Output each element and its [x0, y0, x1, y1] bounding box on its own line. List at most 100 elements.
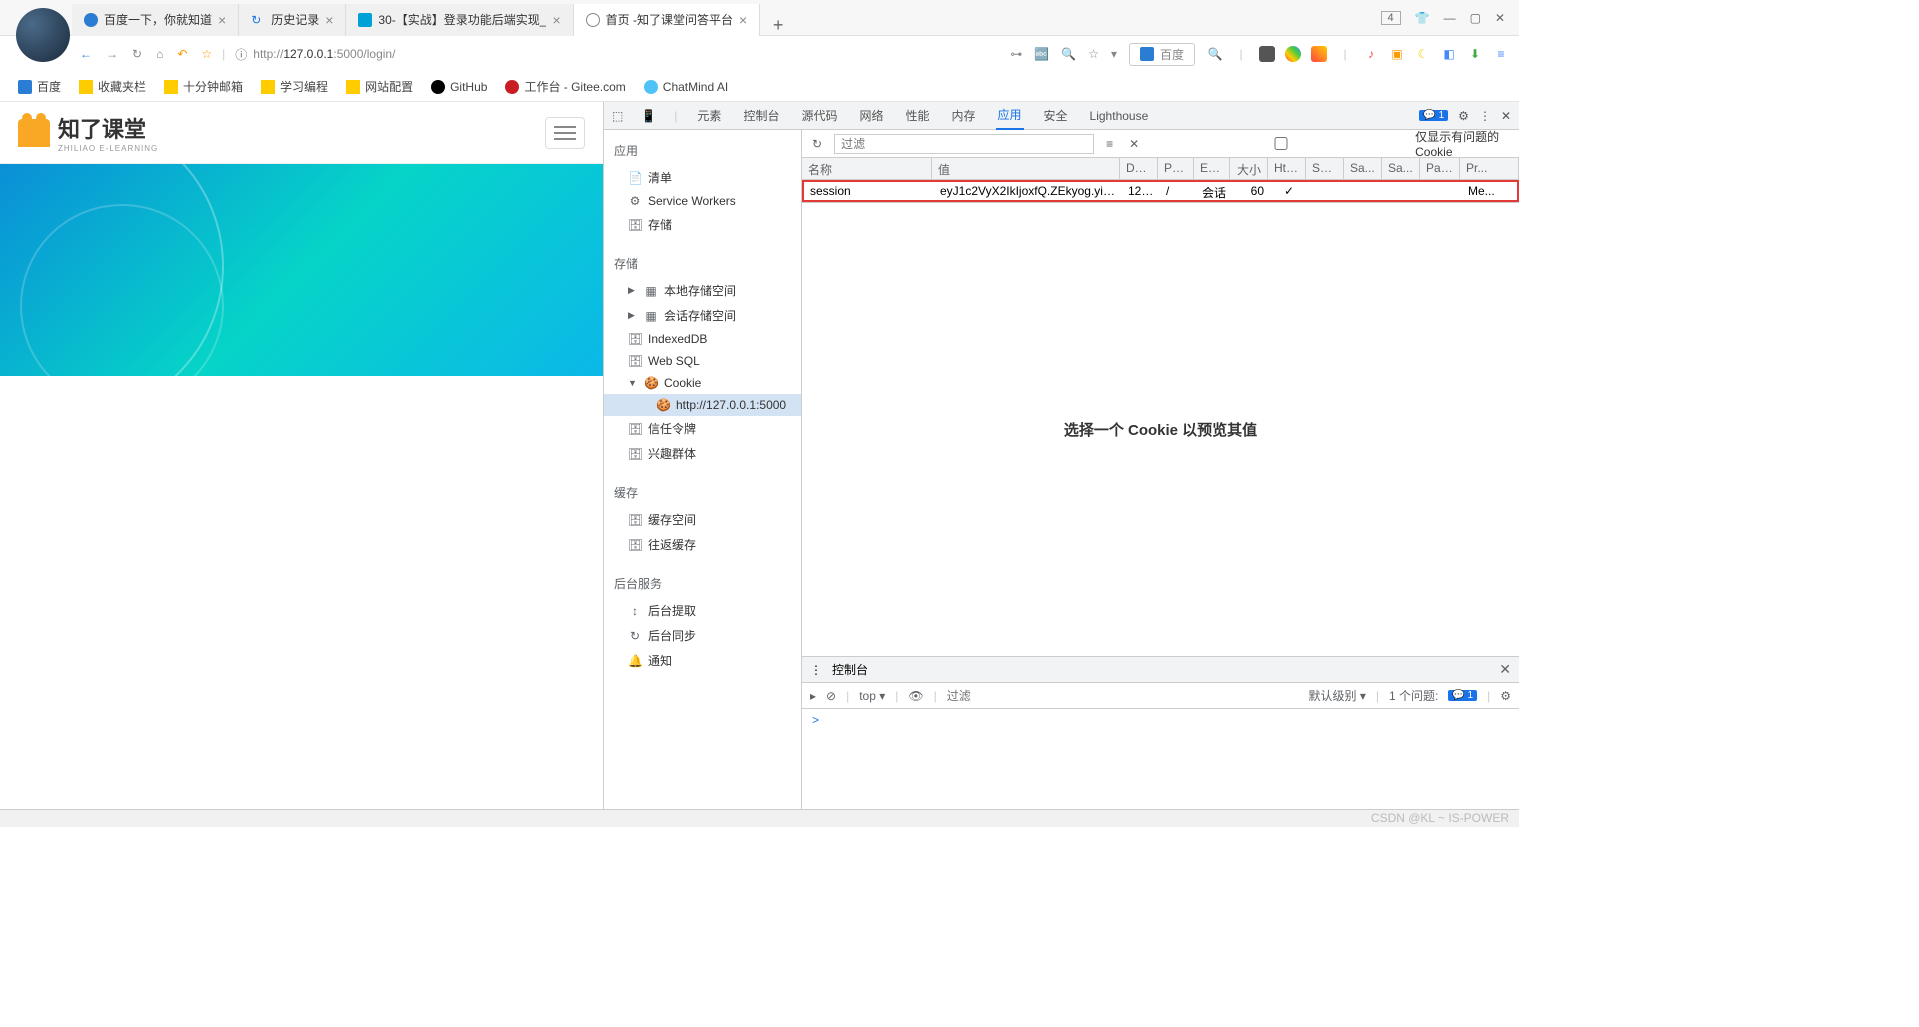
sidebar-item-trust-tokens[interactable]: 🗄信任令牌 [604, 416, 801, 441]
hamburger-menu[interactable] [545, 117, 585, 149]
translate-icon[interactable]: 🔤 [1034, 47, 1049, 61]
sidebar-item-sessionstorage[interactable]: ▶▦会话存储空间 [604, 303, 801, 328]
settings-icon[interactable]: ⚙ [1458, 109, 1469, 123]
col-priority[interactable]: Pr... [1460, 158, 1519, 179]
bookmark-10min-mail[interactable]: 十分钟邮箱 [164, 78, 243, 95]
tab-sources[interactable]: 源代码 [799, 102, 839, 130]
inspect-icon[interactable]: ⬚ [612, 109, 623, 123]
sidebar-item-indexeddb[interactable]: 🗄IndexedDB [604, 328, 801, 350]
close-button[interactable]: ✕ [1495, 11, 1505, 25]
console-body[interactable]: > [802, 709, 1519, 809]
col-partition[interactable]: Part... [1420, 158, 1460, 179]
maximize-button[interactable]: ▢ [1470, 11, 1481, 25]
search-icon[interactable]: 🔍 [1061, 47, 1076, 61]
tab-zhiliao[interactable]: 首页 -知了课堂问答平台 × [574, 4, 761, 36]
undo-button[interactable]: ↶ [177, 47, 187, 61]
tab-network[interactable]: 网络 [857, 102, 885, 130]
address-bar[interactable]: ⓘ http://127.0.0.1:5000/login/ [235, 46, 755, 63]
sidebar-item-sw[interactable]: ⚙Service Workers [604, 190, 801, 212]
tab-baidu[interactable]: 百度一下，你就知道 × [72, 4, 239, 36]
new-tab-button[interactable]: + [760, 15, 796, 36]
minimize-button[interactable]: — [1444, 11, 1456, 25]
music-icon[interactable]: ♪ [1363, 46, 1379, 62]
sidebar-item-storage[interactable]: 🗄存储 [604, 212, 801, 237]
device-toggle-icon[interactable]: 📱 [641, 109, 656, 123]
bookmark-gitee[interactable]: 工作台 - Gitee.com [505, 78, 625, 95]
drawer-title[interactable]: 控制台 [832, 661, 868, 678]
col-name[interactable]: 名称 [802, 158, 932, 179]
profile-avatar[interactable] [16, 8, 70, 62]
sidebar-item-bg-sync[interactable]: ↻后台同步 [604, 623, 801, 648]
key-icon[interactable]: ⊶ [1010, 47, 1022, 61]
tab-security[interactable]: 安全 [1042, 102, 1070, 130]
sidebar-item-cache-storage[interactable]: 🗄缓存空间 [604, 507, 801, 532]
forward-button[interactable]: → [106, 47, 118, 61]
drawer-menu-icon[interactable]: ⋮ [810, 663, 822, 677]
home-button[interactable]: ⌂ [156, 47, 163, 61]
tab-application[interactable]: 应用 [996, 102, 1024, 130]
tab-console[interactable]: 控制台 [741, 102, 781, 130]
context-selector[interactable]: top ▾ [859, 689, 885, 703]
sidebar-item-localstorage[interactable]: ▶▦本地存储空间 [604, 278, 801, 303]
message-badge[interactable]: 💬 1 [1419, 110, 1448, 121]
log-level-selector[interactable]: 默认级别 ▾ [1308, 687, 1365, 704]
ext-icon-2[interactable] [1285, 46, 1301, 62]
tab-performance[interactable]: 性能 [903, 102, 931, 130]
close-icon[interactable]: × [325, 12, 333, 28]
col-expires[interactable]: Exp... [1194, 158, 1230, 179]
tab-elements[interactable]: 元素 [695, 102, 723, 130]
ext-icon-1[interactable] [1259, 46, 1275, 62]
bookmark-baidu[interactable]: 百度 [18, 78, 61, 95]
issues-badge[interactable]: 💬 1 [1448, 690, 1477, 701]
reload-button[interactable]: ↻ [132, 47, 142, 61]
favorite-button[interactable]: ☆ [201, 47, 212, 61]
window-count-badge[interactable]: 4 [1381, 11, 1401, 25]
refresh-icon[interactable]: ↻ [808, 137, 826, 151]
clear-console-icon[interactable]: ⊘ [826, 689, 836, 703]
download-icon[interactable]: ⬇ [1467, 46, 1483, 62]
only-issues-checkbox[interactable]: 仅显示有问题的 Cookie [1151, 130, 1513, 159]
col-domain[interactable]: Do... [1120, 158, 1158, 179]
menu-icon[interactable]: ≡ [1493, 46, 1509, 62]
col-sameparty[interactable]: Sa... [1382, 158, 1420, 179]
col-value[interactable]: 值 [932, 158, 1120, 179]
close-devtools-icon[interactable]: ✕ [1501, 109, 1511, 123]
console-settings-icon[interactable]: ⚙ [1500, 689, 1511, 703]
console-filter-input[interactable] [947, 689, 1147, 703]
eye-icon[interactable]: 👁 [908, 689, 923, 703]
back-button[interactable]: ← [80, 47, 92, 61]
ext-icon-3[interactable] [1311, 46, 1327, 62]
col-httponly[interactable]: Htt... [1268, 158, 1306, 179]
tab-memory[interactable]: 内存 [950, 102, 978, 130]
bookmark-learn-coding[interactable]: 学习编程 [261, 78, 328, 95]
search-engine-selector[interactable]: 百度 [1129, 43, 1195, 66]
sidebar-item-notifications[interactable]: 🔔通知 [604, 648, 801, 673]
sidebar-item-bfcache[interactable]: 🗄往返缓存 [604, 532, 801, 557]
bookmark-github[interactable]: GitHub [431, 80, 487, 94]
sidebar-item-interest-groups[interactable]: 🗄兴趣群体 [604, 441, 801, 466]
sidebar-item-cookie-origin[interactable]: 🍪http://127.0.0.1:5000 [604, 394, 801, 416]
bookmark-site-config[interactable]: 网站配置 [346, 78, 413, 95]
checkbox[interactable] [1151, 137, 1411, 150]
tab-history[interactable]: ↻ 历史记录 × [239, 4, 346, 36]
close-icon[interactable]: × [739, 12, 747, 28]
close-icon[interactable]: × [218, 12, 226, 28]
console-sidebar-icon[interactable]: ▸ [810, 689, 816, 703]
wardrobe-icon[interactable]: 👕 [1415, 11, 1430, 25]
moon-icon[interactable]: ☾ [1415, 46, 1431, 62]
col-size[interactable]: 大小 [1230, 158, 1268, 179]
drawer-close-icon[interactable]: ✕ [1499, 661, 1511, 678]
sidebar-item-websql[interactable]: 🗄Web SQL [604, 350, 801, 372]
crop-icon[interactable]: ◧ [1441, 46, 1457, 62]
col-path[interactable]: Path [1158, 158, 1194, 179]
info-icon[interactable]: ⓘ [235, 46, 247, 63]
sidebar-item-cookies[interactable]: ▼🍪Cookie [604, 372, 801, 394]
dropdown-icon[interactable]: ▾ [1111, 47, 1117, 61]
filter-icon[interactable]: ≡ [1102, 137, 1117, 151]
sidebar-item-bg-fetch[interactable]: ↕后台提取 [604, 598, 801, 623]
sidebar-item-manifest[interactable]: 📄清单 [604, 165, 801, 190]
close-icon[interactable]: × [552, 12, 560, 28]
col-secure[interactable]: Sec... [1306, 158, 1344, 179]
image-icon[interactable]: ▣ [1389, 46, 1405, 62]
filter-input[interactable] [834, 134, 1094, 154]
